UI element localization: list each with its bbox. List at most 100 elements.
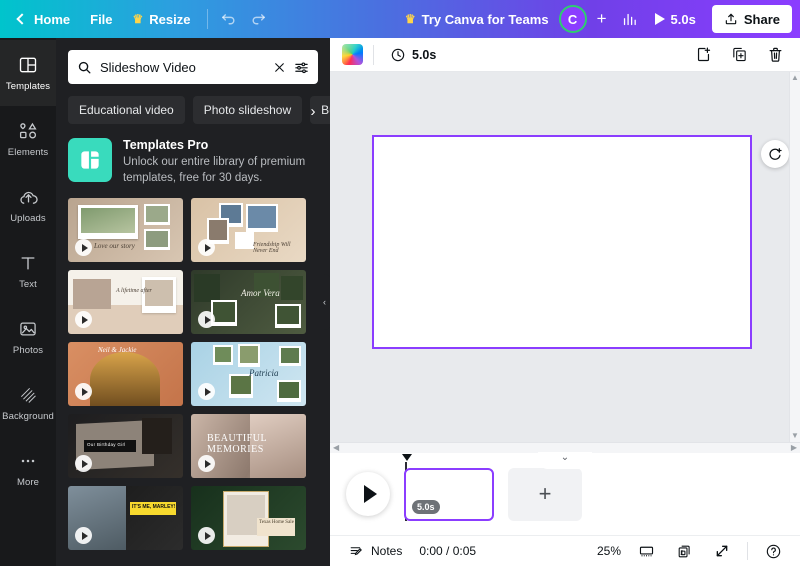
timeline-expand-button[interactable]: ⌄ [538,452,592,469]
template-caption: Texas Home Sale [259,520,294,526]
sidebar-item-text[interactable]: Text [0,238,56,304]
left-rail: Templates Elements Uploads Text Photos B… [0,38,56,566]
canva-editor-window: Home File ♛ Resize ♛ Try Canva for Teams… [0,0,800,566]
template-thumbnail[interactable]: Our Birthday Girl [68,414,183,479]
pill-educational-video[interactable]: Educational video [68,96,185,124]
add-page-button[interactable] [690,42,716,68]
chevron-down-icon: ⌄ [560,452,570,463]
share-upload-icon [725,13,737,25]
sidebar-item-label-uploads: Uploads [10,213,46,224]
plus-glyph-add-slide: + [538,481,552,506]
canvas-vertical-scrollbar[interactable]: ▲ ▼ [789,72,800,442]
playhead-marker-icon [402,453,412,461]
notes-button[interactable]: Notes [344,541,407,562]
template-play-button[interactable] [198,239,215,257]
notes-label: Notes [371,544,403,558]
design-page[interactable] [372,135,752,349]
sidebar-item-uploads[interactable]: Uploads [0,172,56,238]
resize-label: Resize [149,11,191,27]
timeline-slide-1[interactable]: 5.0s [404,467,494,521]
promo-title: Templates Pro [123,138,209,152]
fullscreen-button[interactable] [709,539,735,563]
timeline-bar: ⌄ 5.0s + [330,452,800,535]
scroll-right-arrow-icon: ▶ [790,443,797,452]
sidebar-item-elements[interactable]: Elements [0,106,56,172]
templates-panel: Educational video Photo slideshow Bu › T… [56,38,330,566]
add-collaborator-button[interactable]: + [589,6,615,32]
template-caption: Amor Vera [241,288,280,299]
help-button[interactable] [760,539,786,563]
template-play-button[interactable] [198,383,215,401]
editor-body: Templates Elements Uploads Text Photos B… [0,38,800,566]
animate-page-button[interactable] [761,140,789,168]
template-caption: Our Birthday Girl [87,442,126,448]
search-input[interactable] [100,59,265,75]
template-thumbnail[interactable]: Friendship Will Never End [191,198,306,263]
template-caption: BEAUTIFUL MEMORIES [207,433,267,455]
search-box[interactable] [68,50,318,84]
filter-sliders-icon[interactable] [294,60,309,75]
page-number-label: 1 [680,549,684,557]
pills-next-button[interactable]: › [302,96,324,124]
share-label: Share [743,11,780,27]
template-thumbnail[interactable]: Neil & Jackie [68,342,183,407]
duplicate-page-button[interactable] [726,42,752,68]
template-thumbnail[interactable]: IT'S ME, MARLEY! [68,486,183,551]
play-preview-button[interactable]: 5.0s [645,5,706,33]
zoom-level[interactable]: 25% [597,544,621,558]
redo-button[interactable] [244,5,274,33]
template-play-button[interactable] [198,311,215,329]
template-play-button[interactable] [75,383,92,401]
page-toolbar: 5.0s [330,38,800,72]
collapse-panel-button[interactable]: ‹ [318,274,330,330]
template-row: Neil & Jackie Patricia [68,342,318,407]
templates-pro-promo[interactable]: Templates Pro Unlock our entire library … [56,124,330,198]
template-play-button[interactable] [75,311,92,329]
avatar[interactable]: C [558,5,587,33]
clear-search-button[interactable] [273,61,286,74]
delete-page-button[interactable] [762,42,788,68]
page-duration-button[interactable]: 5.0s [384,44,442,66]
present-button[interactable] [633,539,659,563]
insights-button[interactable] [615,5,645,33]
template-thumbnail[interactable]: Love our story [68,198,183,263]
try-teams-label: Try Canva for Teams [421,11,549,27]
rotate-add-icon [769,148,782,160]
sidebar-item-templates[interactable]: Templates [0,40,56,106]
sidebar-item-label-photos: Photos [12,345,44,356]
template-thumbnail[interactable]: BEAUTIFUL MEMORIES [191,414,306,479]
timeline-play-button[interactable] [346,472,390,516]
sidebar-item-photos[interactable]: Photos [0,304,56,370]
template-play-button[interactable] [198,527,215,545]
notes-icon [350,546,362,555]
pill-photo-slideshow[interactable]: Photo slideshow [192,96,303,124]
sidebar-item-more[interactable]: More [0,436,56,502]
template-thumbnail[interactable]: Patricia [191,342,306,407]
try-canva-teams-button[interactable]: ♛ Try Canva for Teams [395,5,559,33]
template-thumbnail[interactable]: A lifetime after [68,270,183,335]
scroll-up-arrow-icon: ▲ [791,73,799,82]
crown-icon: ♛ [132,12,144,26]
sidebar-item-background[interactable]: Background [0,370,56,436]
canvas-area[interactable]: ▲ ▼ [330,72,800,442]
resize-button[interactable]: ♛ Resize [123,5,201,33]
avatar-initial: C [567,11,578,27]
page-color-swatch[interactable] [342,44,363,65]
home-button[interactable]: Home [8,5,80,33]
template-play-button[interactable] [75,239,92,257]
share-button[interactable]: Share [711,5,792,33]
slide-duration-badge[interactable]: 5.0s [412,499,440,514]
template-play-button[interactable] [198,455,215,473]
add-slide-button[interactable]: + [508,467,582,521]
status-divider [747,542,748,560]
template-play-button[interactable] [75,455,92,473]
file-menu-button[interactable]: File [80,5,122,33]
template-thumbnail[interactable]: Texas Home Sale [191,486,306,551]
page-count-button[interactable]: 1 [671,539,697,563]
template-caption: Neil & Jackie [98,346,137,355]
redo-icon [252,13,265,24]
template-play-button[interactable] [75,527,92,545]
undo-button[interactable] [214,5,244,33]
template-thumbnail[interactable]: Amor Vera [191,270,306,335]
search-icon [77,60,92,75]
